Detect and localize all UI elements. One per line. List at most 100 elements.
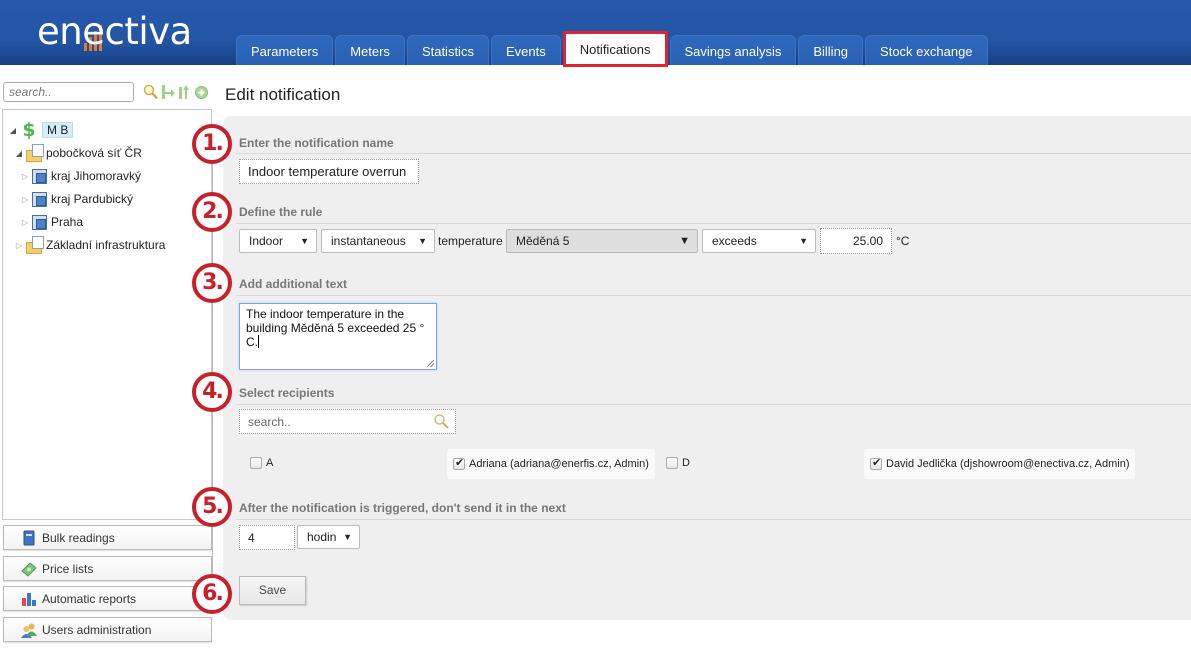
recipient-label: Adriana (adriana@enerfis.cz, Admin) bbox=[469, 458, 649, 470]
name-section-label: Enter the notification name bbox=[239, 136, 394, 150]
bulk-readings-label: Bulk readings bbox=[42, 530, 115, 545]
collapse-arrow-icon[interactable]: ◢ bbox=[14, 149, 24, 158]
users-administration-button[interactable]: Users administration bbox=[3, 617, 212, 642]
mode-select[interactable]: instantaneous ▼ bbox=[321, 229, 435, 253]
tree-item-label: M B bbox=[42, 122, 74, 138]
chart-icon bbox=[21, 591, 37, 607]
tab-statistics[interactable]: Statistics bbox=[406, 35, 489, 65]
tree-item-label: kraj Pardubický bbox=[51, 192, 134, 206]
save-button[interactable]: Save bbox=[239, 576, 306, 605]
dollar-icon: $ bbox=[22, 119, 36, 141]
sidebar-search-input[interactable]: search.. bbox=[3, 82, 134, 102]
tab-stock-exchange[interactable]: Stock exchange bbox=[865, 35, 988, 65]
tab-notifications[interactable]: Notifications bbox=[562, 31, 668, 67]
cooldown-unit-select[interactable]: hodin ▼ bbox=[297, 525, 360, 549]
recipient-label: David Jedlička (djshowroom@enectiva.cz, … bbox=[886, 458, 1130, 470]
unit-label: °C bbox=[896, 234, 910, 248]
page-title: Edit notification bbox=[225, 85, 341, 104]
recipient-a[interactable]: A bbox=[244, 448, 273, 478]
tab-events[interactable]: Events bbox=[490, 35, 561, 65]
search-icon bbox=[433, 413, 449, 432]
dropdown-arrow-icon: ▼ bbox=[679, 235, 690, 247]
book-icon bbox=[21, 530, 37, 546]
recipient-checkbox[interactable] bbox=[453, 456, 465, 470]
quantity-text: temperature bbox=[438, 234, 503, 248]
top-header: enectiva Parameters Meters Statistics Ev… bbox=[0, 0, 1191, 67]
add-icon[interactable] bbox=[194, 84, 209, 100]
tree-item-mb[interactable]: ◢ $ M B bbox=[8, 119, 74, 141]
cooldown-value-input[interactable]: 4 bbox=[239, 525, 295, 550]
folder-icon bbox=[26, 235, 44, 254]
automatic-reports-button[interactable]: Automatic reports bbox=[3, 586, 212, 611]
tree-item-label: Základní infrastruktura bbox=[46, 238, 166, 252]
recipient-checkbox[interactable] bbox=[870, 456, 882, 470]
tree-item-kraj-pardubicky[interactable]: ▷ kraj Pardubický bbox=[20, 189, 133, 209]
tree-item-label: kraj Jihomoravký bbox=[51, 169, 142, 183]
building-select-value: Měděná 5 bbox=[516, 234, 570, 248]
folder-icon bbox=[26, 143, 44, 162]
recipient-david-jedlicka[interactable]: David Jedlička (djshowroom@enectiva.cz, … bbox=[864, 449, 1136, 479]
recipient-label: A bbox=[266, 457, 274, 469]
dropdown-arrow-icon: ▼ bbox=[300, 236, 309, 246]
tab-billing[interactable]: Billing bbox=[798, 35, 864, 65]
recipient-label: D bbox=[682, 457, 690, 469]
search-icon[interactable] bbox=[143, 84, 158, 100]
tab-parameters[interactable]: Parameters bbox=[236, 35, 334, 65]
users-administration-label: Users administration bbox=[42, 622, 152, 637]
tree-item-zakladni-infrastruktura[interactable]: ▷ Základní infrastruktura bbox=[14, 235, 165, 255]
users-icon bbox=[21, 622, 37, 638]
move-up-icon[interactable] bbox=[177, 84, 192, 100]
node-icon bbox=[32, 214, 47, 230]
expand-arrow-icon[interactable]: ▷ bbox=[20, 172, 30, 181]
bulk-readings-button[interactable]: Bulk readings bbox=[3, 525, 212, 550]
expand-arrow-icon[interactable]: ▷ bbox=[14, 241, 24, 250]
recipient-search-input[interactable]: search.. bbox=[239, 409, 456, 434]
section-divider bbox=[236, 223, 1191, 224]
tree-item-label: Praha bbox=[51, 215, 84, 229]
tree-item-praha[interactable]: ▷ Praha bbox=[20, 212, 83, 232]
recipient-search-placeholder: search.. bbox=[248, 414, 291, 429]
price-lists-button[interactable]: Price lists bbox=[3, 556, 212, 581]
additional-text-textarea[interactable]: The indoor temperature in the building M… bbox=[239, 303, 437, 370]
expand-arrow-icon[interactable]: ▷ bbox=[20, 195, 30, 204]
tree-item-label: pobočková síť ČR bbox=[46, 146, 142, 160]
add-child-icon[interactable] bbox=[160, 84, 175, 100]
recipient-d[interactable]: D bbox=[660, 448, 690, 478]
resize-handle-icon[interactable] bbox=[427, 360, 434, 367]
mode-select-value: instantaneous bbox=[331, 234, 406, 248]
tree-item-pobockova-sit[interactable]: ◢ pobočková síť ČR bbox=[14, 143, 142, 163]
main-tabs: Parameters Meters Statistics Events Noti… bbox=[236, 31, 988, 67]
dropdown-arrow-icon: ▼ bbox=[799, 236, 808, 246]
tab-meters[interactable]: Meters bbox=[335, 35, 405, 65]
recipient-adriana[interactable]: Adriana (adriana@enerfis.cz, Admin) bbox=[447, 449, 655, 479]
threshold-input[interactable]: 25.00 bbox=[820, 228, 892, 254]
sidebar-tools bbox=[143, 84, 209, 100]
recipient-checkbox[interactable] bbox=[666, 457, 678, 469]
tab-savings-analysis[interactable]: Savings analysis bbox=[669, 35, 797, 65]
step-badge-1: 1. bbox=[192, 124, 232, 164]
location-select[interactable]: Indoor ▼ bbox=[239, 229, 317, 253]
logo-text: enectiva bbox=[37, 10, 192, 53]
tree-item-kraj-jihomoravky[interactable]: ▷ kraj Jihomoravký bbox=[20, 166, 141, 186]
collapse-arrow-icon[interactable]: ◢ bbox=[8, 126, 18, 135]
expand-arrow-icon[interactable]: ▷ bbox=[20, 218, 30, 227]
dropdown-arrow-icon: ▼ bbox=[418, 236, 427, 246]
recipient-checkbox[interactable] bbox=[250, 457, 262, 469]
node-icon bbox=[32, 191, 47, 207]
section-divider bbox=[236, 404, 1191, 405]
automatic-reports-label: Automatic reports bbox=[42, 591, 137, 606]
money-icon bbox=[21, 561, 37, 577]
step-badge-6: 6. bbox=[192, 574, 232, 614]
step-badge-5: 5. bbox=[192, 487, 232, 527]
enectiva-logo[interactable]: enectiva bbox=[37, 12, 192, 52]
building-select[interactable]: Měděná 5 ▼ bbox=[506, 229, 698, 253]
step-badge-4: 4. bbox=[192, 372, 232, 412]
cooldown-section-label: After the notification is triggered, don… bbox=[239, 501, 566, 515]
section-divider bbox=[236, 519, 1191, 520]
cooldown-unit-value: hodin bbox=[307, 530, 337, 544]
location-select-value: Indoor bbox=[249, 234, 284, 248]
condition-select[interactable]: exceeds ▼ bbox=[702, 229, 816, 253]
node-icon bbox=[32, 168, 47, 184]
notification-name-input[interactable]: Indoor temperature overrun bbox=[239, 159, 419, 184]
dropdown-arrow-icon: ▼ bbox=[343, 532, 352, 542]
